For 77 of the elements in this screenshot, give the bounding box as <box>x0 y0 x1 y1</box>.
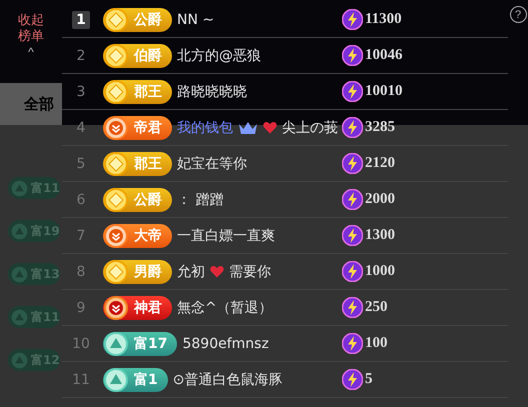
rank-number: 3 <box>76 82 86 100</box>
score: 10046 <box>365 47 402 64</box>
score: 1000 <box>365 263 395 280</box>
user-name: 妃宝在等你 <box>177 154 247 172</box>
rank-number: 10 <box>72 334 90 352</box>
user-name: 允初 <box>177 262 205 280</box>
title-badge: 郡王 <box>103 152 172 176</box>
diamond-emblem-icon <box>104 80 128 104</box>
lightning-coin-icon <box>342 9 363 30</box>
score: 1300 <box>365 227 395 244</box>
score: 10010 <box>365 83 402 100</box>
rank-number: 9 <box>76 298 86 316</box>
score: 2120 <box>365 155 395 172</box>
triangle-emblem-icon <box>11 222 28 240</box>
crown-icon <box>238 120 258 134</box>
rank-number: 5 <box>76 154 86 172</box>
lightning-coin-icon <box>342 117 363 138</box>
diamond-emblem-icon <box>104 152 128 176</box>
title-badge: 公爵 <box>103 188 172 212</box>
diamond-emblem-icon <box>104 44 128 68</box>
title-badge: 富17 <box>103 332 178 356</box>
title-badge: 郡王 <box>103 80 172 104</box>
heart-icon <box>263 121 277 134</box>
rank-number: 1 <box>72 10 90 28</box>
user-name: 尖上の莪 <box>282 118 338 136</box>
lightning-coin-icon <box>342 261 363 282</box>
lightning-coin-icon <box>342 153 363 174</box>
user-name: 我的钱包 <box>177 118 233 136</box>
lightning-coin-icon <box>342 225 363 246</box>
title-badge: 伯爵 <box>103 44 172 68</box>
lightning-coin-icon <box>342 45 363 66</box>
chevron-emblem-icon <box>104 224 128 248</box>
heart-icon <box>210 265 224 278</box>
lightning-coin-icon <box>342 81 363 102</box>
triangle-emblem-icon <box>11 308 28 326</box>
lightning-coin-icon <box>342 369 363 390</box>
diamond-emblem-icon <box>104 188 128 212</box>
title-badge: 神君 <box>103 296 172 320</box>
lightning-coin-icon <box>342 297 363 318</box>
score: 2000 <box>365 191 395 208</box>
title-badge: 公爵 <box>103 8 172 32</box>
lightning-coin-icon <box>342 333 363 354</box>
user-name: 需要你 <box>229 262 271 280</box>
user-name: NN ~ <box>177 12 214 28</box>
score: 3285 <box>365 119 395 136</box>
score: 11300 <box>365 11 402 28</box>
user-name: ： 蹭蹭 <box>177 190 224 208</box>
rank-number: 7 <box>76 226 86 244</box>
user-name: ⊙普通白色鼠海豚 <box>172 370 282 388</box>
diamond-emblem-icon <box>104 8 128 32</box>
diamond-emblem-icon <box>104 260 128 284</box>
title-badge: 富1 <box>103 368 168 392</box>
rank-number: 11 <box>72 370 90 388</box>
triangle-emblem-icon <box>11 352 28 368</box>
lightning-coin-icon <box>342 189 363 210</box>
title-badge: 男爵 <box>103 260 172 284</box>
rank-number: 2 <box>76 46 86 64</box>
title-badge: 帝君 <box>103 116 172 140</box>
user-name: 北方的@恶狼 <box>177 46 261 64</box>
chevron-emblem-icon <box>104 296 128 320</box>
user-name: 5890efmnsz <box>182 336 269 352</box>
triangle-emblem-icon <box>11 266 28 282</box>
rank-number: 6 <box>76 190 86 208</box>
user-name: 路晓晓晓晓 <box>177 82 247 100</box>
triangle-emblem-icon <box>104 368 128 392</box>
help-button[interactable]: ? <box>510 6 526 23</box>
score: 5 <box>365 371 372 388</box>
rank-number: 8 <box>76 262 86 280</box>
score: 250 <box>365 299 388 316</box>
score: 100 <box>365 335 388 352</box>
user-name: 一直白嫖一直爽 <box>177 226 275 244</box>
title-badge: 大帝 <box>103 224 172 248</box>
user-name: 無念^（暂退） <box>177 298 273 316</box>
triangle-emblem-icon <box>11 180 28 196</box>
rank-number: 4 <box>76 118 86 136</box>
triangle-emblem-icon <box>104 332 128 356</box>
chevron-emblem-icon <box>104 116 128 140</box>
